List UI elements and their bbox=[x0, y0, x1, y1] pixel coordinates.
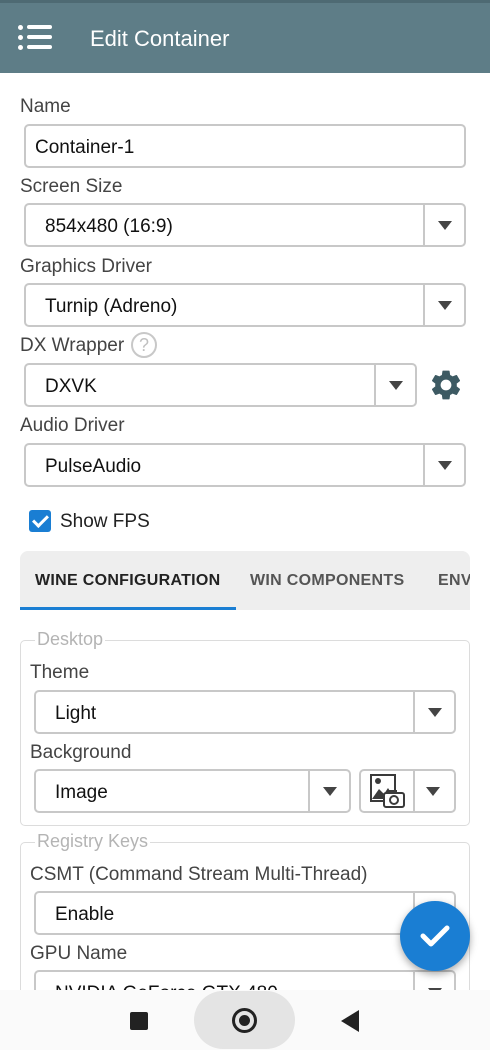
background-select[interactable]: Image bbox=[34, 769, 351, 813]
chevron-down-icon[interactable] bbox=[423, 285, 464, 325]
chevron-down-icon[interactable] bbox=[413, 692, 454, 732]
theme-select[interactable]: Light bbox=[34, 690, 456, 734]
screen-size-value: 854x480 (16:9) bbox=[45, 216, 173, 237]
system-nav-bar bbox=[0, 990, 490, 1050]
dx-wrapper-label: DX Wrapper bbox=[20, 335, 125, 356]
page-title: Edit Container bbox=[90, 26, 230, 51]
audio-driver-value: PulseAudio bbox=[45, 456, 142, 477]
screen-size-label: Screen Size bbox=[20, 176, 123, 197]
menu-icon[interactable] bbox=[18, 25, 52, 51]
theme-value: Light bbox=[55, 703, 97, 724]
help-icon[interactable]: ? bbox=[131, 332, 157, 358]
confirm-button[interactable] bbox=[400, 901, 470, 971]
home-circle-icon bbox=[232, 1008, 257, 1033]
chevron-down-icon[interactable] bbox=[423, 445, 464, 485]
chevron-down-icon[interactable] bbox=[308, 771, 349, 811]
tab-wine-configuration[interactable]: WINE CONFIGURATION bbox=[35, 572, 221, 590]
dx-wrapper-value: DXVK bbox=[45, 376, 97, 397]
chevron-down-icon[interactable] bbox=[374, 365, 415, 405]
back-triangle-icon[interactable] bbox=[341, 1010, 359, 1032]
graphics-driver-value: Turnip (Adreno) bbox=[45, 296, 178, 317]
name-input[interactable]: Container-1 bbox=[24, 124, 466, 168]
dx-wrapper-select[interactable]: DXVK bbox=[24, 363, 417, 407]
csmt-select[interactable]: Enable bbox=[34, 891, 456, 935]
csmt-value: Enable bbox=[55, 904, 115, 925]
chevron-down-icon[interactable] bbox=[423, 205, 464, 245]
background-value: Image bbox=[55, 782, 108, 803]
tab-environment[interactable]: ENVIRONMENT bbox=[438, 572, 470, 590]
theme-label: Theme bbox=[30, 662, 90, 683]
check-icon bbox=[420, 925, 450, 947]
background-label: Background bbox=[30, 742, 132, 763]
graphics-driver-label: Graphics Driver bbox=[20, 256, 152, 277]
image-camera-icon[interactable] bbox=[361, 771, 415, 811]
gpu-name-label: GPU Name bbox=[30, 943, 128, 964]
screen-size-select[interactable]: 854x480 (16:9) bbox=[24, 203, 466, 247]
gear-icon[interactable] bbox=[428, 367, 464, 403]
background-image-picker[interactable] bbox=[359, 769, 456, 813]
active-tab-indicator bbox=[20, 607, 236, 610]
desktop-group-title: Desktop bbox=[35, 629, 106, 650]
audio-driver-select[interactable]: PulseAudio bbox=[24, 443, 466, 487]
home-button[interactable] bbox=[194, 991, 295, 1049]
show-fps-checkbox[interactable] bbox=[29, 510, 51, 532]
audio-driver-label: Audio Driver bbox=[20, 415, 125, 436]
name-input-value: Container-1 bbox=[35, 137, 135, 158]
registry-group-title: Registry Keys bbox=[35, 831, 151, 852]
tab-bar: WINE CONFIGURATION WIN COMPONENTS ENVIRO… bbox=[20, 551, 470, 610]
tab-win-components[interactable]: WIN COMPONENTS bbox=[250, 572, 404, 590]
show-fps-label[interactable]: Show FPS bbox=[60, 511, 150, 533]
app-bar: Edit Container bbox=[0, 0, 490, 73]
graphics-driver-select[interactable]: Turnip (Adreno) bbox=[24, 283, 466, 327]
name-label: Name bbox=[20, 96, 71, 117]
csmt-label: CSMT (Command Stream Multi-Thread) bbox=[30, 864, 368, 885]
square-icon[interactable] bbox=[130, 1012, 148, 1030]
chevron-down-icon[interactable] bbox=[413, 771, 454, 811]
